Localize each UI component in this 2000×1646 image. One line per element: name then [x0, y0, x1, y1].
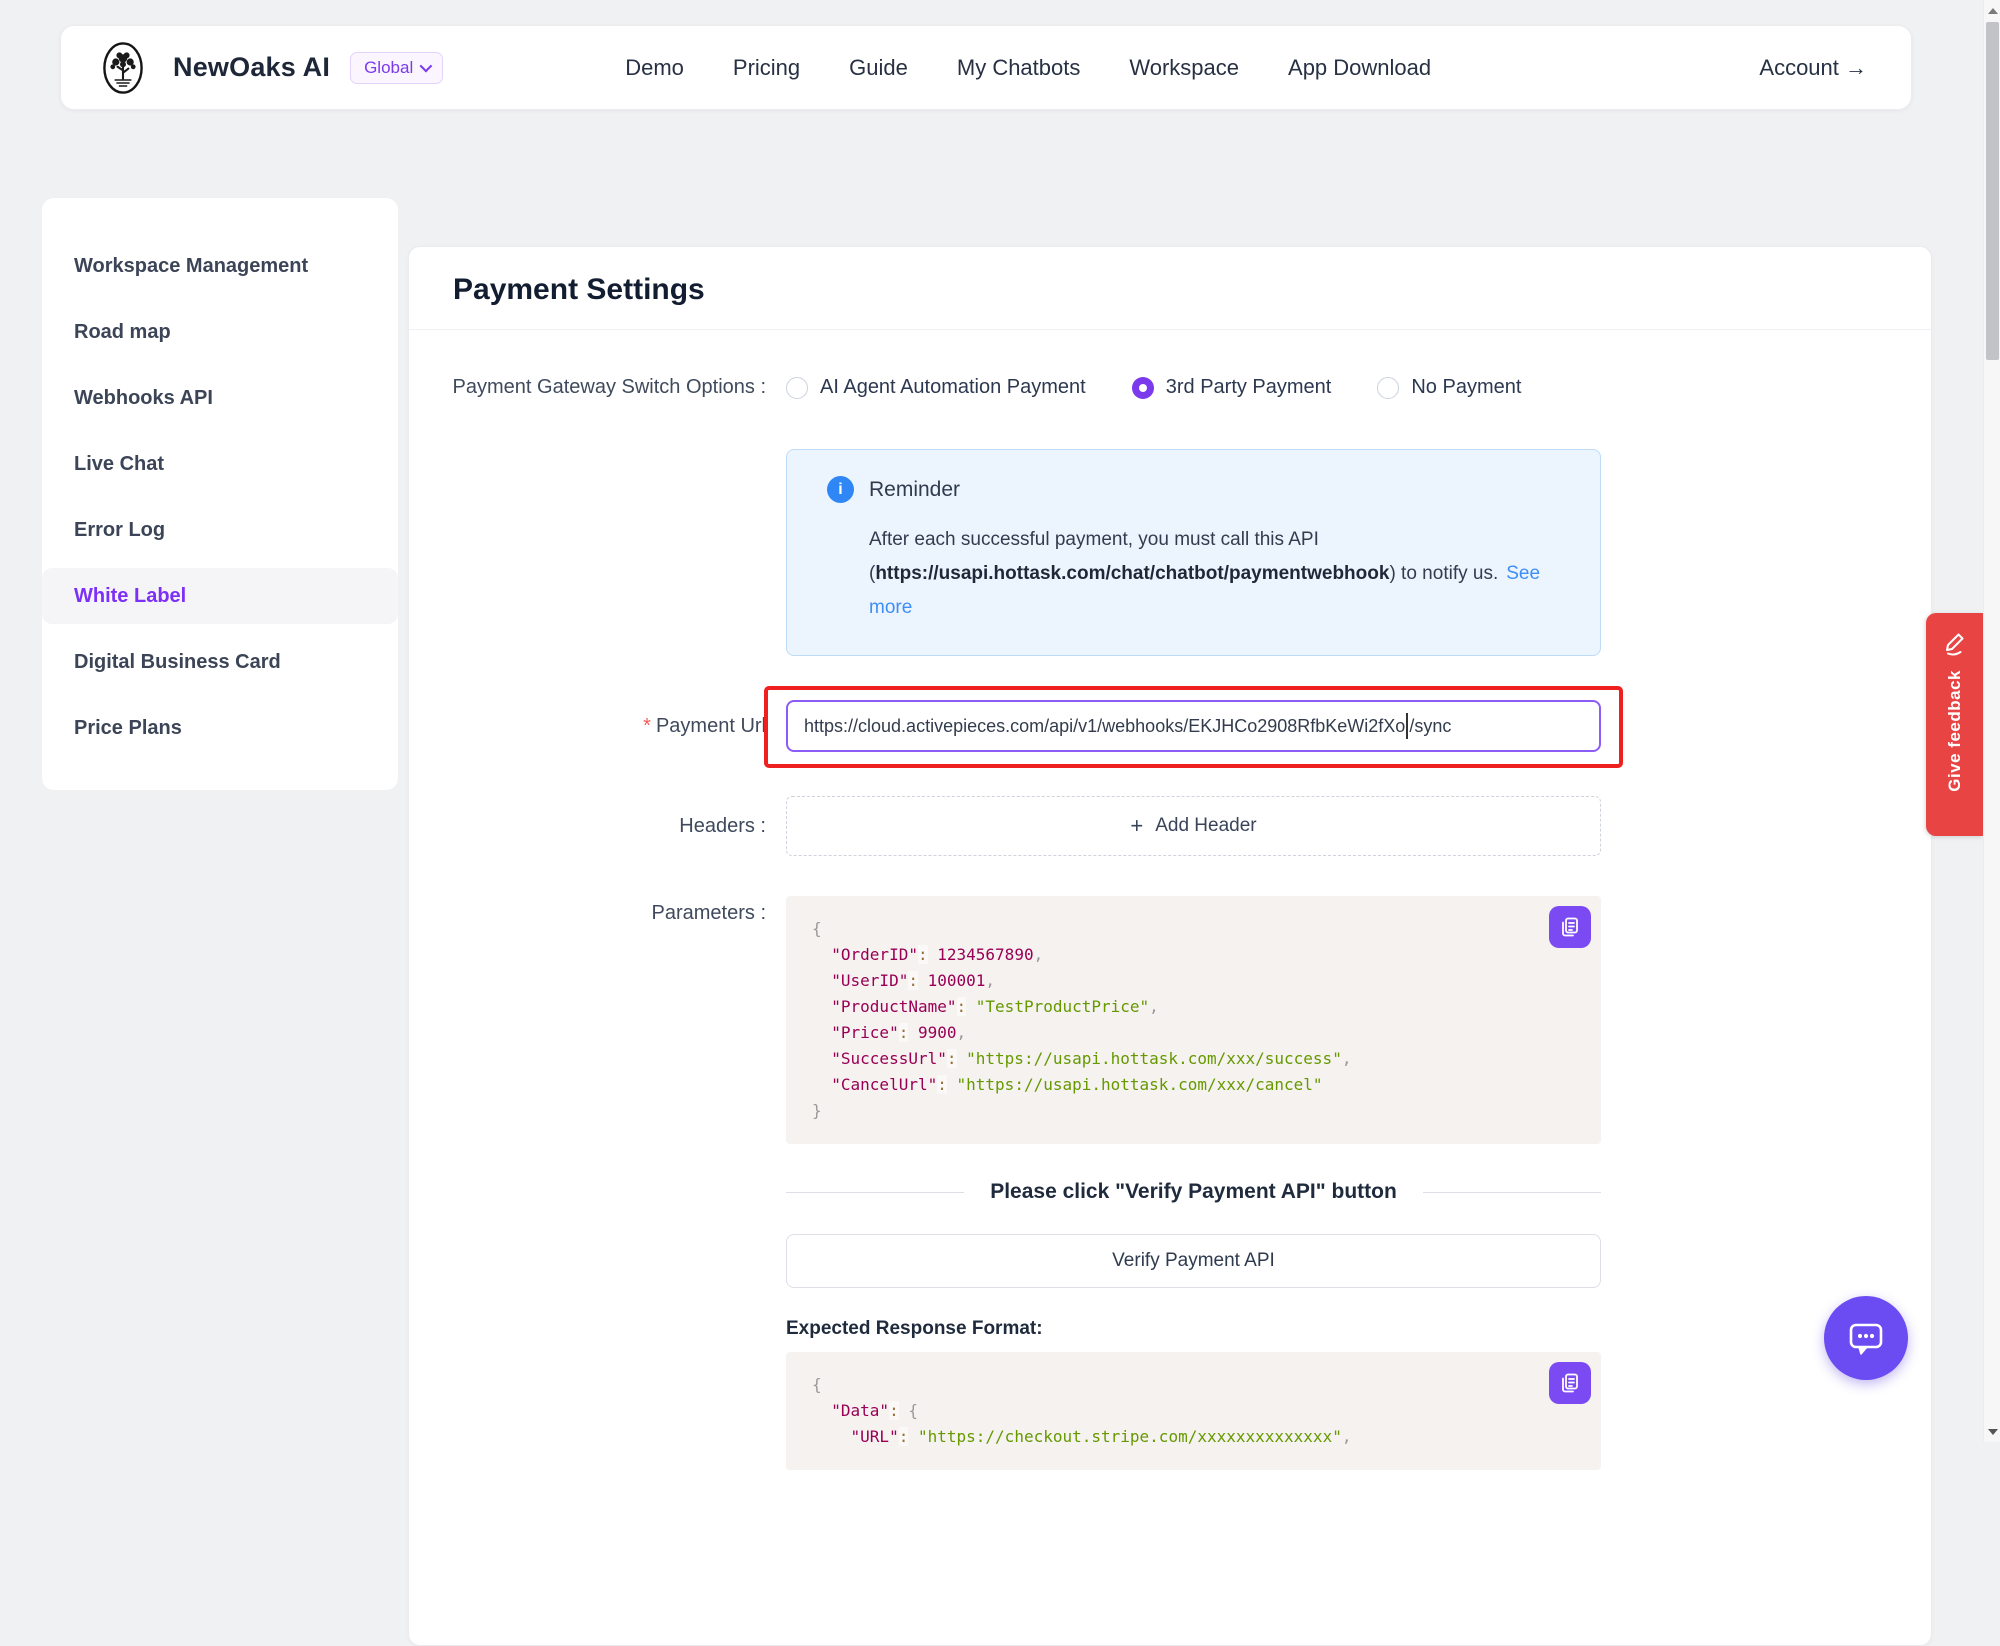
reminder-body: After each successful payment, you must … [869, 523, 1560, 625]
expected-response-label: Expected Response Format: [786, 1318, 1601, 1340]
page-title: Payment Settings [453, 273, 1887, 307]
sidebar-item-road-map[interactable]: Road map [42, 304, 398, 360]
radio-unchecked-icon [786, 377, 808, 399]
nav-item-workspace[interactable]: Workspace [1129, 55, 1239, 81]
reminder-alert: i Reminder After each successful payment… [786, 449, 1601, 656]
region-selector[interactable]: Global [350, 52, 443, 84]
code-line: "Price": 9900, [812, 1020, 1575, 1046]
webhook-url: https://usapi.hottask.com/chat/chatbot/p… [875, 563, 1389, 584]
radio-ai-agent-automation-payment[interactable]: AI Agent Automation Payment [786, 376, 1086, 399]
radio-unchecked-icon [1377, 377, 1399, 399]
nav-item-my-chatbots[interactable]: My Chatbots [957, 55, 1081, 81]
sidebar-item-workspace-management[interactable]: Workspace Management [42, 238, 398, 294]
code-line: "SuccessUrl": "https://usapi.hottask.com… [812, 1046, 1575, 1072]
brand-logo-icon [93, 38, 153, 98]
copy-icon [1558, 1371, 1582, 1395]
scroll-up-arrow[interactable] [1984, 2, 2000, 19]
radio-no-payment[interactable]: No Payment [1377, 376, 1521, 399]
code-line: "ProductName": "TestProductPrice", [812, 994, 1575, 1020]
chevron-down-icon [420, 60, 433, 73]
nav-item-app-download[interactable]: App Download [1288, 55, 1431, 81]
main-nav: Demo Pricing Guide My Chatbots Workspace App … [625, 55, 1431, 81]
payment-url-label: *Payment Url [449, 715, 766, 738]
payment-url-input[interactable]: https://cloud.activepieces.com/api/v1/we… [786, 700, 1601, 752]
radio-label: 3rd Party Payment [1166, 376, 1332, 399]
code-line: { [812, 1372, 1575, 1398]
feedback-label: Give feedback [1945, 670, 1965, 792]
info-icon: i [827, 476, 854, 503]
pencil-icon [1941, 628, 1969, 656]
sidebar-item-price-plans[interactable]: Price Plans [42, 700, 398, 756]
nav-item-demo[interactable]: Demo [625, 55, 684, 81]
sidebar-item-webhooks-api[interactable]: Webhooks API [42, 370, 398, 426]
copy-icon [1558, 915, 1582, 939]
sidebar: Workspace Management Road map Webhooks API… [42, 198, 398, 790]
headers-label: Headers : [449, 815, 766, 838]
top-navigation-bar: NewOaks AI Global Demo Pricing Guide My Cha… [60, 25, 1912, 110]
code-line: "CancelUrl": "https://usapi.hottask.com/… [812, 1072, 1575, 1098]
scrollbar-thumb[interactable] [1986, 22, 1999, 360]
gateway-options-label: Payment Gateway Switch Options : [449, 376, 766, 399]
radio-label: AI Agent Automation Payment [820, 376, 1086, 399]
code-line: "OrderID": 1234567890, [812, 942, 1575, 968]
gateway-radio-group: AI Agent Automation Payment 3rd Party Pay… [786, 376, 1601, 399]
copy-parameters-button[interactable] [1549, 906, 1591, 948]
nav-item-pricing[interactable]: Pricing [733, 55, 800, 81]
code-line: "URL": "https://checkout.stripe.com/xxxx… [812, 1424, 1575, 1450]
radio-3rd-party-payment[interactable]: 3rd Party Payment [1132, 376, 1332, 399]
code-line: "Data": { [812, 1398, 1575, 1424]
sidebar-item-digital-business-card[interactable]: Digital Business Card [42, 634, 398, 690]
scroll-down-arrow[interactable] [1984, 1423, 2000, 1440]
reminder-title: Reminder [869, 478, 960, 502]
code-line: { [812, 916, 1575, 942]
plus-icon: + [1130, 815, 1143, 837]
verify-payment-api-button[interactable]: Verify Payment API [786, 1234, 1601, 1288]
divider-text: Please click "Verify Payment API" button [964, 1180, 1423, 1204]
sidebar-item-live-chat[interactable]: Live Chat [42, 436, 398, 492]
chat-bubble-icon [1843, 1315, 1889, 1361]
response-code-block: { "Data": { "URL": "https://checkout.str… [786, 1352, 1601, 1470]
chat-launcher-button[interactable] [1824, 1296, 1908, 1380]
account-link[interactable]: Account → [1759, 55, 1867, 81]
text-caret [1406, 713, 1408, 739]
nav-item-guide[interactable]: Guide [849, 55, 908, 81]
add-header-button[interactable]: + Add Header [786, 796, 1601, 856]
browser-scrollbar[interactable] [1983, 0, 2000, 1442]
code-line: "UserID": 100001, [812, 968, 1575, 994]
parameters-code-block: { "OrderID": 1234567890, "UserID": 10000… [786, 896, 1601, 1144]
section-divider: Please click "Verify Payment API" button [786, 1180, 1601, 1204]
payment-settings-panel: Payment Settings Payment Gateway Switch … [408, 246, 1932, 1646]
radio-label: No Payment [1411, 376, 1521, 399]
sidebar-item-error-log[interactable]: Error Log [42, 502, 398, 558]
parameters-label: Parameters : [449, 896, 766, 925]
brand-name: NewOaks AI [173, 52, 330, 83]
region-label: Global [364, 58, 413, 78]
code-line: } [812, 1098, 1575, 1124]
sidebar-item-white-label[interactable]: White Label [42, 568, 398, 624]
give-feedback-tab[interactable]: Give feedback [1926, 613, 1983, 836]
copy-response-button[interactable] [1549, 1362, 1591, 1404]
radio-checked-icon [1132, 377, 1154, 399]
